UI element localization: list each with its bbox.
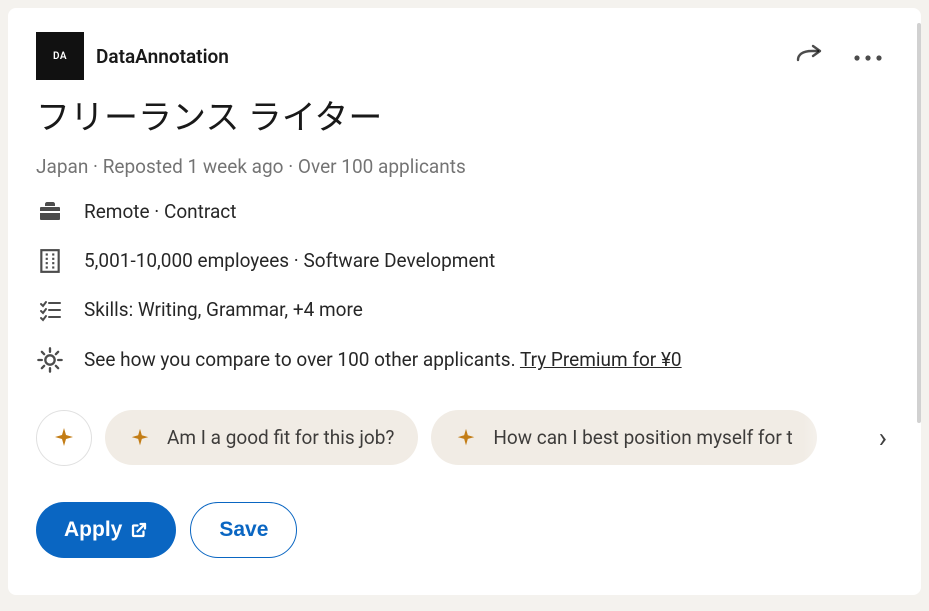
checklist-icon [36,298,64,322]
job-meta: Japan · Reposted 1 week ago · Over 100 a… [36,155,893,178]
ai-spark-button[interactable] [36,410,92,466]
sparkle-icon [455,427,477,449]
suggestion-label: Am I a good fit for this job? [167,426,394,449]
premium-text: See how you compare to over 100 other ap… [84,348,682,371]
workplace-row: Remote · Contract [36,200,893,224]
apply-label: Apply [64,518,122,542]
share-button[interactable] [795,44,825,72]
ai-suggestions: Am I a good fit for this job? How can I … [36,410,893,466]
briefcase-icon [36,200,64,224]
premium-prefix: See how you compare to over 100 other ap… [84,348,520,371]
chevron-right-icon[interactable]: › [879,421,893,454]
sparkle-icon [129,427,151,449]
premium-link[interactable]: Try Premium for ¥0 [520,348,682,371]
save-label: Save [219,518,268,542]
premium-row: See how you compare to over 100 other ap… [36,346,893,374]
company-logo-text: DA [53,51,67,62]
company-row[interactable]: DA DataAnnotation [36,32,229,80]
building-icon [36,248,64,274]
company-size-row: 5,001-10,000 employees · Software Develo… [36,248,893,274]
save-button[interactable]: Save [190,502,297,558]
action-buttons: Apply Save [36,502,893,558]
header-actions [795,44,883,72]
skills-row: Skills: Writing, Grammar, +4 more [36,298,893,322]
lightbulb-icon [36,346,64,374]
sparkle-icon [52,426,76,450]
workplace-text: Remote · Contract [84,200,236,223]
more-button[interactable] [853,53,883,63]
job-details: Remote · Contract 5,001-10,000 employees… [36,200,893,374]
company-logo[interactable]: DA [36,32,84,80]
suggestion-good-fit[interactable]: Am I a good fit for this job? [105,410,418,465]
skills-text[interactable]: Skills: Writing, Grammar, +4 more [84,298,363,321]
job-title: フリーランス ライター [36,98,893,139]
card-header: DA DataAnnotation [36,32,893,80]
scrollbar[interactable] [917,23,921,423]
external-link-icon [130,521,148,539]
company-name[interactable]: DataAnnotation [96,45,229,68]
more-icon [853,53,883,63]
company-size-text: 5,001-10,000 employees · Software Develo… [84,249,495,272]
suggestion-label: How can I best position myself for t [493,426,792,449]
share-icon [795,44,825,72]
suggestion-position[interactable]: How can I best position myself for t [431,410,816,465]
apply-button[interactable]: Apply [36,502,176,558]
job-card: DA DataAnnotation フリーランス ライター Japan · Re… [8,8,921,595]
